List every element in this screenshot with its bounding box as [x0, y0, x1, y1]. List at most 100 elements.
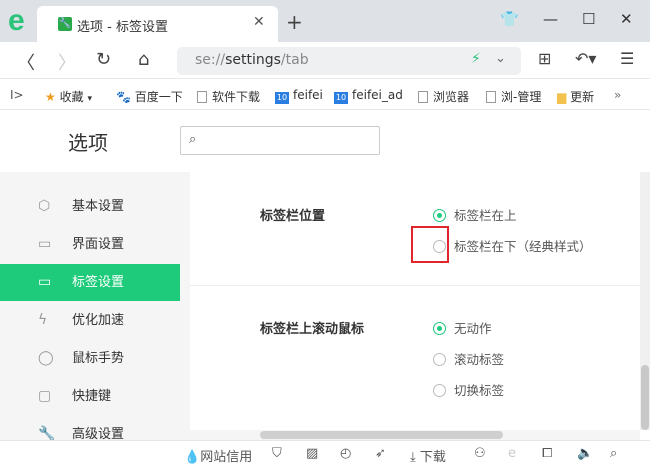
bookmark-label: 收藏: [59, 90, 84, 104]
bookmark-item[interactable]: ★ 收藏 ▾: [45, 88, 92, 105]
bookmark-label: 百度一下: [134, 90, 183, 104]
ie-icon[interactable]: e: [508, 446, 516, 461]
settings-panel: 标签栏位置 标签栏在上 标签栏在下（经典样式） 标签栏上滚动鼠标 无动作 滚动标…: [190, 172, 640, 430]
sidebar-item-optimize[interactable]: ϟ 优化加速: [0, 302, 180, 339]
sidebar-item-label: 基本设置: [72, 199, 125, 214]
bookmark-bar: I> ★ 收藏 ▾ 🐾 百度一下 软件下载 10 feifei 10 feifei_…: [0, 78, 650, 110]
radio-label: 标签栏在上: [454, 208, 517, 223]
image-icon[interactable]: ▨: [306, 446, 318, 461]
radio-label: 无动作: [454, 321, 492, 336]
download-icon: ⤓: [410, 450, 416, 465]
radio-unchecked[interactable]: [433, 384, 446, 397]
radio-checked[interactable]: [433, 322, 446, 335]
sidebar-item-tabs[interactable]: ▭ 标签设置: [0, 264, 180, 301]
close-tab-icon[interactable]: ✕: [253, 14, 265, 30]
tab-position-label: 标签栏位置: [260, 209, 326, 224]
url-scheme: se://: [195, 52, 226, 68]
status-bar: 💧网站信用 ⛉ ▨ ◴ ➶ ⤓ 下载 ⚇ e ⧠ 🔈 ⌕: [0, 440, 650, 467]
browser-logo: e: [8, 4, 25, 37]
url-path: /tab: [280, 52, 309, 68]
bookmark-item[interactable]: ▆ 更新: [557, 88, 594, 105]
bookmark-item[interactable]: 软件下载: [197, 88, 260, 105]
bookmark-label: feifei: [293, 88, 323, 102]
chevron-down-icon[interactable]: ⌄: [495, 51, 506, 66]
radio-switch-tabs[interactable]: 切换标签: [433, 380, 504, 399]
vr-icon[interactable]: ⚇: [474, 446, 486, 461]
lightning-icon[interactable]: ⚡: [471, 51, 481, 67]
download-label: 下载: [419, 450, 446, 465]
baidu-icon: 🐾: [116, 90, 131, 104]
rocket-icon[interactable]: ➶: [375, 446, 386, 461]
url-host: settings: [225, 52, 281, 68]
radio-no-action[interactable]: 无动作: [433, 318, 492, 337]
sidebar-item-basic[interactable]: ⬡ 基本设置: [0, 188, 180, 225]
settings-sidebar: ⬡ 基本设置 ▭ 界面设置 ▭ 标签设置 ϟ 优化加速 ◯ 鼠标手势 ▢ 快捷键 🔧 高级设置: [0, 172, 180, 442]
address-bar[interactable]: se://settings/tab ⚡ ⌄: [177, 47, 521, 75]
horizontal-scrollbar-thumb[interactable]: [260, 431, 503, 439]
drop-icon: 💧: [184, 450, 201, 465]
menu-icon[interactable]: ☰: [620, 49, 634, 68]
radio-unchecked[interactable]: [433, 353, 446, 366]
radio-tab-top[interactable]: 标签栏在上: [433, 205, 517, 224]
browser-tab[interactable]: 🔧 选项 - 标签设置 ✕: [37, 6, 278, 42]
lightning-icon: ϟ: [38, 312, 48, 328]
radio-label: 切换标签: [454, 383, 505, 398]
grid-icon[interactable]: ⊞: [538, 49, 551, 68]
window-icon[interactable]: ⧠: [542, 446, 552, 461]
sidebar-toggle-icon[interactable]: I>: [10, 88, 24, 102]
laptop-icon: ▭: [38, 274, 52, 290]
radio-label: 标签栏在下（经典样式）: [454, 239, 592, 254]
ten-icon: 10: [275, 92, 289, 104]
sidebar-item-label: 鼠标手势: [72, 351, 125, 366]
site-trust-button[interactable]: 💧网站信用: [184, 446, 252, 465]
bookmark-item[interactable]: 10 feifei: [275, 88, 323, 104]
bookmark-label: 更新: [570, 90, 595, 104]
bookmark-item[interactable]: 浏-管理: [486, 88, 541, 105]
search-icon[interactable]: ⌕: [610, 446, 617, 461]
sidebar-item-label: 优化加速: [72, 313, 125, 328]
window-icon: ▭: [38, 236, 52, 252]
sidebar-item-label: 界面设置: [72, 237, 125, 252]
more-bookmarks-icon[interactable]: »: [614, 88, 621, 102]
ten-icon: 10: [334, 92, 348, 104]
bookmark-label: 软件下载: [212, 90, 261, 104]
sidebar-item-interface[interactable]: ▭ 界面设置: [0, 226, 180, 263]
radio-checked[interactable]: [433, 209, 446, 222]
wrench-icon: 🔧: [58, 17, 72, 31]
maximize-button[interactable]: ☐: [582, 10, 595, 28]
shield-icon[interactable]: ⛉: [272, 446, 282, 461]
bookmark-item[interactable]: 浏览器: [418, 88, 469, 105]
doc-icon: [418, 91, 428, 103]
speaker-icon[interactable]: 🔈: [577, 446, 593, 461]
sidebar-item-gestures[interactable]: ◯ 鼠标手势: [0, 340, 180, 377]
minimize-button[interactable]: —: [543, 10, 558, 28]
vertical-scrollbar-thumb[interactable]: [641, 365, 649, 430]
back-button[interactable]: 〈: [17, 49, 35, 75]
highlight-box: [411, 226, 449, 263]
skin-icon[interactable]: 👕: [500, 10, 519, 28]
gear-icon: ⬡: [38, 198, 51, 214]
sidebar-item-shortcuts[interactable]: ▢ 快捷键: [0, 378, 180, 415]
reload-button[interactable]: ↻: [96, 49, 111, 70]
forward-button[interactable]: 〉: [58, 49, 76, 75]
page-title: 选项: [68, 131, 108, 155]
download-button[interactable]: ⤓ 下载: [410, 446, 446, 465]
radio-label: 滚动标签: [454, 352, 505, 367]
speed-icon[interactable]: ◴: [340, 446, 351, 461]
search-input[interactable]: ⌕: [180, 126, 380, 155]
settings-content: 标签栏位置 标签栏在上 标签栏在下（经典样式） 标签栏上滚动鼠标 无动作 滚动标…: [180, 172, 640, 430]
bookmark-label: 浏览器: [433, 90, 470, 104]
home-button[interactable]: ⌂: [138, 49, 149, 70]
mouse-icon: ◯: [38, 350, 54, 366]
new-tab-button[interactable]: +: [286, 10, 303, 34]
radio-tab-bottom[interactable]: 标签栏在下（经典样式）: [433, 236, 592, 255]
bookmark-item[interactable]: 10 feifei_ad: [334, 88, 422, 104]
star-icon: ★: [45, 90, 56, 104]
site-trust-label: 网站信用: [200, 450, 253, 465]
radio-scroll-tabs[interactable]: 滚动标签: [433, 349, 504, 368]
undo-icon[interactable]: ↶▾: [575, 49, 596, 68]
sidebar-item-label: 标签设置: [72, 275, 125, 290]
close-window-button[interactable]: ✕: [620, 10, 633, 28]
bookmark-item[interactable]: 🐾 百度一下: [116, 88, 183, 105]
doc-icon: [197, 91, 207, 103]
